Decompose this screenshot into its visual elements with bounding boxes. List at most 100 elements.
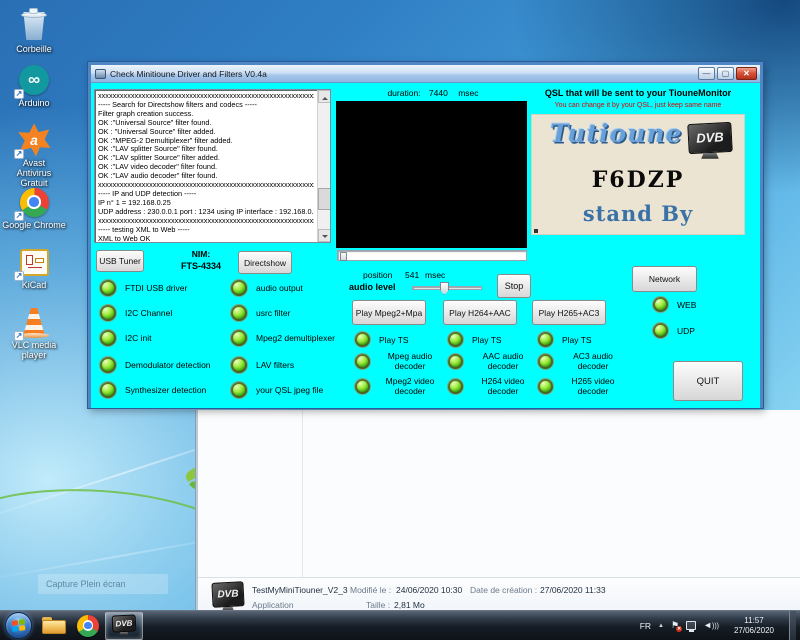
- start-button[interactable]: [5, 612, 32, 639]
- size-label: Taille :: [366, 600, 390, 610]
- taskbar: DVB FR ▲ ⚑✕ ◄))) 11:57 27/06/2020: [0, 610, 800, 640]
- status-led: [355, 332, 370, 347]
- led-play-ts-h264: Play TS: [448, 332, 502, 347]
- status-led: [100, 382, 116, 398]
- network-status-icon[interactable]: [686, 621, 696, 630]
- audio-level-thumb[interactable]: [440, 282, 449, 295]
- stop-button[interactable]: Stop: [497, 274, 531, 298]
- taskbar-explorer-button[interactable]: [37, 612, 71, 640]
- duration-unit: msec: [458, 88, 478, 98]
- video-display: [336, 101, 527, 248]
- desktop-icon-arduino[interactable]: ∞ ↗ Arduino: [2, 64, 66, 108]
- audio-level-slider[interactable]: [412, 286, 482, 290]
- audio-level-label: audio level: [349, 282, 396, 292]
- icon-label: Avast Antivirus Gratuit: [5, 158, 63, 188]
- directshow-button[interactable]: Directshow: [238, 251, 292, 274]
- app-icon: [95, 69, 106, 79]
- scroll-up-icon[interactable]: [318, 90, 331, 103]
- icon-label: Corbeille: [16, 44, 52, 54]
- status-led: [448, 354, 463, 369]
- led-i2c-channel: I2C Channel: [100, 305, 172, 321]
- status-led: [231, 305, 247, 321]
- usb-tuner-button[interactable]: USB Tuner: [96, 250, 144, 272]
- action-center-icon[interactable]: ⚑✕: [671, 621, 679, 630]
- system-tray: FR ▲ ⚑✕ ◄))) 11:57 27/06/2020: [640, 611, 800, 640]
- desktop-icon-avast[interactable]: a ↗ Avast Antivirus Gratuit: [2, 124, 66, 188]
- icon-label: KiCad: [22, 280, 47, 290]
- icon-label: Google Chrome: [2, 220, 66, 230]
- led-play-ts-h265: Play TS: [538, 332, 592, 347]
- scrollbar-thumb[interactable]: [318, 188, 331, 210]
- duration-value: 7440: [429, 88, 448, 98]
- qsl-status: stand By: [532, 201, 744, 226]
- taskbar-chrome-button[interactable]: [71, 612, 105, 640]
- folder-icon: [42, 617, 66, 634]
- arduino-icon: ∞ ↗: [17, 64, 51, 96]
- led-h264-video-decoder: H264 video decoder: [448, 376, 534, 396]
- status-led: [231, 280, 247, 296]
- capture-tool-label: Capture Plein écran: [46, 579, 126, 589]
- led-mpeg2-demultiplexer: Mpeg2 demultiplexer: [231, 330, 335, 346]
- network-button[interactable]: Network: [632, 266, 697, 292]
- file-type: Application: [252, 600, 294, 610]
- status-led: [231, 330, 247, 346]
- quit-button[interactable]: QUIT: [673, 361, 743, 401]
- kicad-icon: ↗: [17, 246, 51, 278]
- dvb-app-icon: DVB: [112, 615, 136, 637]
- desktop-icon-chrome[interactable]: ↗ Google Chrome: [2, 186, 66, 230]
- status-led: [538, 332, 553, 347]
- volume-icon[interactable]: ◄))): [703, 621, 719, 631]
- led-synthesizer-detection: Synthesizer detection: [100, 382, 206, 398]
- language-indicator[interactable]: FR: [640, 621, 651, 631]
- taskbar-clock[interactable]: 11:57 27/06/2020: [726, 616, 782, 636]
- nim-block: NIM: FTS-4334: [169, 249, 233, 271]
- show-desktop-button[interactable]: [789, 611, 796, 640]
- created-label: Date de création :: [470, 585, 537, 595]
- led-mpeg-audio-decoder: Mpeg audio decoder: [355, 351, 441, 371]
- clock-time: 11:57: [726, 616, 782, 626]
- status-led: [538, 354, 553, 369]
- led-mpeg2-video-decoder: Mpeg2 video decoder: [355, 376, 441, 396]
- qsl-callsign: F6DZP: [532, 167, 744, 193]
- close-button[interactable]: ✕: [736, 67, 757, 80]
- duration-label: duration:: [387, 88, 420, 98]
- qsl-subheader: You can change it by your QSL, just keep…: [527, 102, 749, 109]
- modified-label: Modifié le :: [350, 585, 391, 595]
- play-mpeg2-button[interactable]: Play Mpeg2+Mpa: [352, 300, 426, 325]
- seek-thumb[interactable]: [340, 252, 347, 261]
- desktop-icon-kicad[interactable]: ↗ KiCad: [2, 246, 66, 290]
- modified-value: 24/06/2020 10:30: [396, 585, 462, 595]
- status-led: [355, 354, 370, 369]
- log-textbox[interactable]: xxxxxxxxxxxxxxxxxxxxxxxxxxxxxxxxxxxxxxxx…: [94, 89, 331, 243]
- log-scrollbar[interactable]: [317, 90, 330, 242]
- window-title: Check Minitioune Driver and Filters V0.4…: [110, 69, 267, 79]
- clock-date: 27/06/2020: [726, 626, 782, 636]
- taskbar-dvb-app-button[interactable]: DVB: [105, 612, 143, 640]
- status-led: [448, 379, 463, 394]
- size-value: 2,81 Mo: [394, 600, 425, 610]
- led-demodulator-detection: Demodulator detection: [100, 357, 211, 373]
- capture-tool-overlay: Capture Plein écran: [38, 574, 168, 594]
- tray-expand-icon[interactable]: ▲: [658, 623, 664, 629]
- shortcut-arrow-icon: ↗: [14, 149, 24, 159]
- led-i2c-init: I2C init: [100, 330, 151, 346]
- position-value: 541: [405, 270, 419, 280]
- play-h265-button[interactable]: Play H265+AC3: [532, 300, 606, 325]
- desktop-icon-vlc[interactable]: ↗ VLC media player: [2, 306, 66, 360]
- qsl-header: QSL that will be sent to your TiouneMoni…: [527, 88, 749, 98]
- play-h264-button[interactable]: Play H264+AAC: [443, 300, 517, 325]
- led-qsl-jpeg-file: your QSL jpeg file: [231, 382, 323, 398]
- desktop-icon-recycle-bin[interactable]: Corbeille: [2, 10, 66, 54]
- scroll-down-icon[interactable]: [318, 229, 331, 242]
- maximize-button[interactable]: ▢: [717, 67, 734, 80]
- status-led: [448, 332, 463, 347]
- minimize-button[interactable]: —: [698, 67, 715, 80]
- status-led: [231, 357, 247, 373]
- titlebar[interactable]: Check Minitioune Driver and Filters V0.4…: [91, 65, 760, 83]
- explorer-pane-divider: [302, 410, 303, 577]
- qsl-corner-mark: [534, 229, 544, 233]
- qsl-brand-text: Tutioune: [550, 119, 682, 148]
- avast-icon: a ↗: [17, 124, 51, 156]
- seek-bar[interactable]: [337, 250, 527, 261]
- nim-value: FTS-4334: [169, 261, 233, 271]
